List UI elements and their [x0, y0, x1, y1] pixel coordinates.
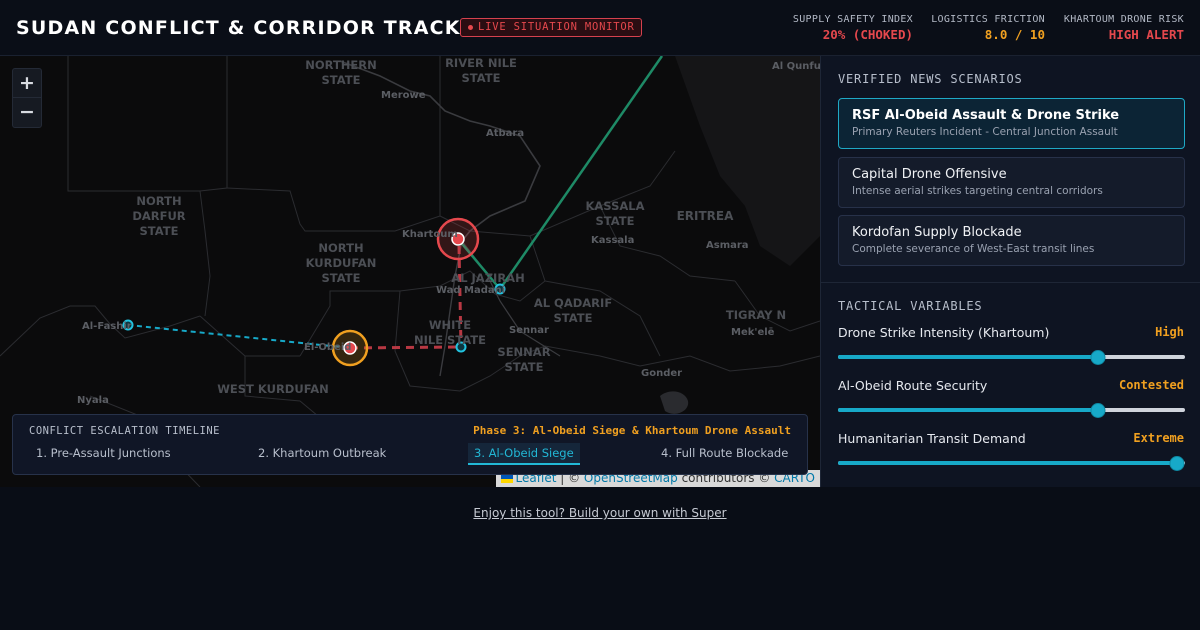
region-label: ERITREA	[676, 209, 734, 223]
variable-label: Drone Strike Intensity (Khartoum)	[838, 325, 1050, 340]
footer-promo: Enjoy this tool? Build your own with Sup…	[0, 506, 1200, 520]
scenario-title: RSF Al-Obeid Assault & Drone Strike	[852, 108, 1120, 123]
city-label: Wad Madani	[436, 285, 506, 296]
drone-intensity-slider[interactable]	[838, 350, 1185, 365]
metric-supply-safety: SUPPLY SAFETY INDEX 20% (CHOKED)	[793, 14, 913, 42]
city-label: El-Obeid	[304, 342, 352, 353]
city-label: Sennar	[509, 325, 549, 336]
route-security-slider[interactable]	[838, 403, 1185, 418]
metric-value: 20% (CHOKED)	[822, 27, 913, 42]
variables-section-title: TACTICAL VARIABLES	[838, 299, 983, 313]
app-title: SUDAN CONFLICT & CORRIDOR TRACKER	[16, 17, 491, 39]
region-label: SENNAR STATE	[497, 345, 551, 374]
city-label: Asmara	[706, 240, 749, 251]
timeline-step-2[interactable]: 2. Khartoum Outbreak	[252, 443, 392, 463]
region-label: NORTHERN STATE	[305, 58, 377, 87]
slider-thumb[interactable]	[1169, 456, 1185, 471]
app-header: SUDAN CONFLICT & CORRIDOR TRACKER LIVE S…	[0, 0, 1200, 56]
live-status-badge: LIVE SITUATION MONITOR	[460, 18, 642, 37]
control-panel: VERIFIED NEWS SCENARIOS RSF Al-Obeid Ass…	[820, 56, 1200, 487]
news-section-title: VERIFIED NEWS SCENARIOS	[838, 72, 1023, 86]
transit-demand-slider[interactable]	[838, 456, 1185, 471]
scenario-subtitle: Complete severance of West-East transit …	[852, 243, 1095, 255]
region-label: NORTH DARFUR STATE	[132, 194, 186, 238]
ukraine-flag-icon	[500, 474, 513, 483]
scenario-subtitle: Primary Reuters Incident - Central Junct…	[852, 126, 1118, 138]
variable-value: Extreme	[1133, 431, 1184, 445]
region-label: WEST KURDUFAN	[217, 382, 329, 396]
live-dot-icon	[468, 25, 473, 30]
slider-thumb[interactable]	[1090, 350, 1106, 365]
variable-label: Al-Obeid Route Security	[838, 378, 988, 393]
scenario-card-al-obeid[interactable]: RSF Al-Obeid Assault & Drone Strike Prim…	[838, 98, 1185, 149]
scenario-subtitle: Intense aerial strikes targeting central…	[852, 185, 1103, 197]
timeline-step-3[interactable]: 3. Al-Obeid Siege	[468, 443, 580, 465]
live-badge-label: LIVE SITUATION MONITOR	[478, 21, 635, 33]
variable-label: Humanitarian Transit Demand	[838, 431, 1026, 446]
scenario-title: Capital Drone Offensive	[852, 167, 1007, 182]
variable-value: High	[1155, 325, 1184, 339]
slider-fill	[838, 461, 1177, 465]
region-label: AL QADARIF STATE	[533, 296, 613, 325]
city-label: Mek'elē	[731, 327, 775, 338]
city-label: Nyala	[77, 395, 109, 406]
metric-label: LOGISTICS FRICTION	[931, 14, 1045, 25]
region-label: AL JAZIRAH	[451, 271, 525, 285]
city-label: Khartoum	[402, 229, 458, 240]
city-label: Atbara	[486, 128, 525, 139]
escalation-timeline: CONFLICT ESCALATION TIMELINE Phase 3: Al…	[12, 414, 808, 475]
region-label: RIVER NILE STATE	[445, 56, 517, 85]
metric-label: SUPPLY SAFETY INDEX	[792, 14, 913, 25]
zoom-in-button[interactable]: +	[13, 69, 41, 98]
scenario-title: Kordofan Supply Blockade	[852, 225, 1022, 240]
timeline-current-phase: Phase 3: Al-Obeid Siege & Khartoum Drone…	[473, 424, 791, 437]
city-label: Al Qunfudhah	[772, 61, 820, 72]
region-label: WHITE NILE STATE	[413, 318, 487, 347]
city-label: Kassala	[591, 235, 635, 246]
zoom-control: + −	[12, 68, 42, 128]
variable-value: Contested	[1118, 378, 1184, 392]
zoom-out-button[interactable]: −	[13, 98, 41, 127]
timeline-step-4[interactable]: 4. Full Route Blockade	[655, 443, 794, 463]
city-label: Gonder	[641, 368, 683, 379]
city-label: Merowe	[381, 90, 426, 101]
timeline-step-1[interactable]: 1. Pre-Assault Junctions	[30, 443, 177, 463]
slider-fill	[838, 408, 1099, 412]
panel-divider	[821, 282, 1200, 283]
slider-thumb[interactable]	[1090, 403, 1106, 418]
scenario-card-kordofan[interactable]: Kordofan Supply Blockade Complete severa…	[838, 215, 1185, 266]
timeline-title: CONFLICT ESCALATION TIMELINE	[29, 425, 221, 437]
metric-value: 8.0 / 10	[984, 27, 1045, 42]
build-your-own-link[interactable]: Enjoy this tool? Build your own with Sup…	[473, 506, 726, 520]
region-label: KASSALA STATE	[585, 199, 645, 228]
region-label: TIGRAY N	[725, 308, 787, 322]
slider-fill	[838, 355, 1099, 359]
metric-label: KHARTOUM DRONE RISK	[1063, 14, 1184, 25]
region-label: NORTH KURDUFAN STATE	[305, 241, 377, 285]
city-label: Al-Fashir	[82, 321, 132, 332]
metric-value: HIGH ALERT	[1108, 27, 1184, 42]
scenario-card-capital-drone[interactable]: Capital Drone Offensive Intense aerial s…	[838, 157, 1185, 208]
metric-drone-risk: KHARTOUM DRONE RISK HIGH ALERT	[1064, 14, 1184, 42]
metric-logistics-friction: LOGISTICS FRICTION 8.0 / 10	[931, 14, 1045, 42]
